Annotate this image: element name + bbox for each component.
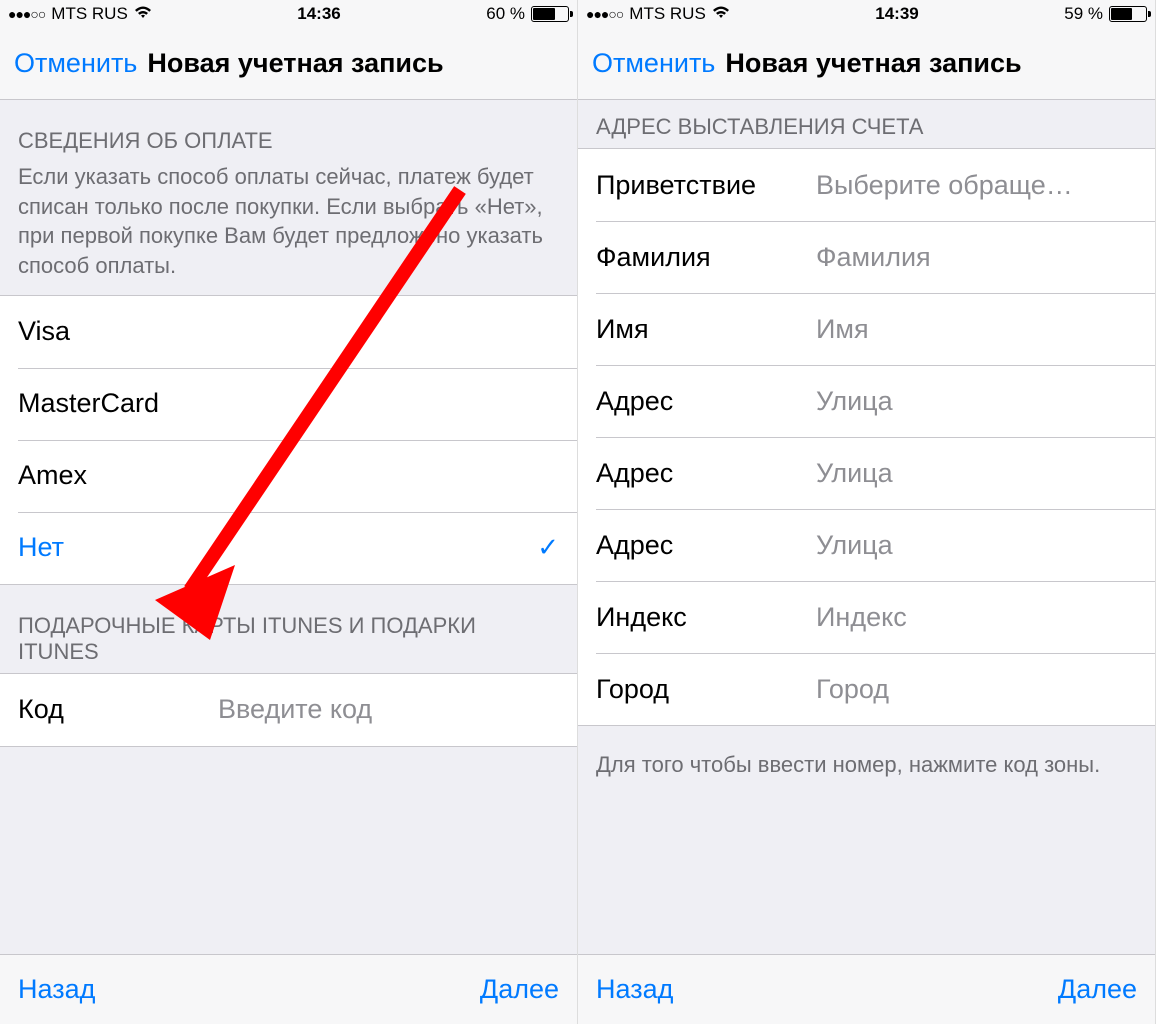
section-header-gift: ПОДАРОЧНЫЕ КАРТЫ ITUNES И ПОДАРКИ ITUNES <box>0 585 577 673</box>
field-label: Индекс <box>596 602 816 633</box>
clock: 14:39 <box>875 4 918 24</box>
status-bar: ●●●○○ MTS RUS 14:39 59 % <box>578 0 1155 28</box>
option-label: Visa <box>18 316 70 347</box>
carrier-label: MTS RUS <box>629 4 706 24</box>
field-label: Адрес <box>596 386 816 417</box>
next-button[interactable]: Далее <box>1058 974 1137 1005</box>
gift-code-group: Код <box>0 673 577 747</box>
gift-code-input[interactable] <box>218 694 572 725</box>
field-lastname[interactable]: Фамилия <box>578 221 1155 293</box>
battery-pct: 59 % <box>1064 4 1103 24</box>
firstname-input[interactable] <box>816 314 1156 345</box>
back-button[interactable]: Назад <box>596 974 673 1005</box>
signal-icon: ●●●○○ <box>8 6 45 22</box>
section-desc-payment: Если указать способ оплаты сейчас, плате… <box>0 162 577 295</box>
option-label: Amex <box>18 460 87 491</box>
field-postcode[interactable]: Индекс <box>578 581 1155 653</box>
field-label: Фамилия <box>596 242 816 273</box>
cancel-button[interactable]: Отменить <box>592 48 715 79</box>
payment-options-group: Visa MasterCard Amex Нет ✓ <box>0 295 577 585</box>
wifi-icon <box>712 5 730 24</box>
field-address-1[interactable]: Адрес <box>578 365 1155 437</box>
field-city[interactable]: Город <box>578 653 1155 725</box>
city-input[interactable] <box>816 674 1156 705</box>
signal-icon: ●●●○○ <box>586 6 623 22</box>
option-label: MasterCard <box>18 388 159 419</box>
billing-fields-group: Приветствие Выберите обраще… Фамилия Имя… <box>578 148 1155 726</box>
section-footer-billing: Для того чтобы ввести номер, нажмите код… <box>578 726 1155 794</box>
field-address-2[interactable]: Адрес <box>578 437 1155 509</box>
field-label: Адрес <box>596 458 816 489</box>
checkmark-icon: ✓ <box>537 532 559 563</box>
payment-option-visa[interactable]: Visa <box>0 296 577 368</box>
payment-option-amex[interactable]: Amex <box>0 440 577 512</box>
field-address-3[interactable]: Адрес <box>578 509 1155 581</box>
back-button[interactable]: Назад <box>18 974 95 1005</box>
carrier-label: MTS RUS <box>51 4 128 24</box>
nav-bar: Отменить Новая учетная запись <box>578 28 1155 100</box>
field-label: Адрес <box>596 530 816 561</box>
battery-icon <box>1109 6 1147 22</box>
bottom-toolbar: Назад Далее <box>0 954 577 1024</box>
postcode-input[interactable] <box>816 602 1156 633</box>
section-header-payment: СВЕДЕНИЯ ОБ ОПЛАТЕ <box>0 100 577 162</box>
section-header-billing: АДРЕС ВЫСТАВЛЕНИЯ СЧЕТА <box>578 100 1155 148</box>
battery-pct: 60 % <box>486 4 525 24</box>
address-input[interactable] <box>816 458 1156 489</box>
payment-option-none[interactable]: Нет ✓ <box>0 512 577 584</box>
gift-code-row[interactable]: Код <box>0 674 577 746</box>
bottom-toolbar: Назад Далее <box>578 954 1155 1024</box>
wifi-icon <box>134 5 152 24</box>
cancel-button[interactable]: Отменить <box>14 48 137 79</box>
battery-icon <box>531 6 569 22</box>
address-input[interactable] <box>816 530 1156 561</box>
address-input[interactable] <box>816 386 1156 417</box>
page-title: Новая учетная запись <box>147 48 443 79</box>
next-button[interactable]: Далее <box>480 974 559 1005</box>
field-firstname[interactable]: Имя <box>578 293 1155 365</box>
lastname-input[interactable] <box>816 242 1156 273</box>
status-bar: ●●●○○ MTS RUS 14:36 60 % <box>0 0 577 28</box>
screen-billing: ●●●○○ MTS RUS 14:39 59 % Отменить Новая … <box>578 0 1156 1024</box>
field-label: Приветствие <box>596 170 816 201</box>
payment-option-mastercard[interactable]: MasterCard <box>0 368 577 440</box>
clock: 14:36 <box>297 4 340 24</box>
field-label: Город <box>596 674 816 705</box>
field-value: Выберите обраще… <box>816 170 1137 201</box>
option-label: Нет <box>18 532 64 563</box>
page-title: Новая учетная запись <box>725 48 1021 79</box>
field-salutation[interactable]: Приветствие Выберите обраще… <box>578 149 1155 221</box>
gift-code-label: Код <box>18 694 218 725</box>
screen-payment: ●●●○○ MTS RUS 14:36 60 % Отменить Новая … <box>0 0 578 1024</box>
nav-bar: Отменить Новая учетная запись <box>0 28 577 100</box>
field-label: Имя <box>596 314 816 345</box>
